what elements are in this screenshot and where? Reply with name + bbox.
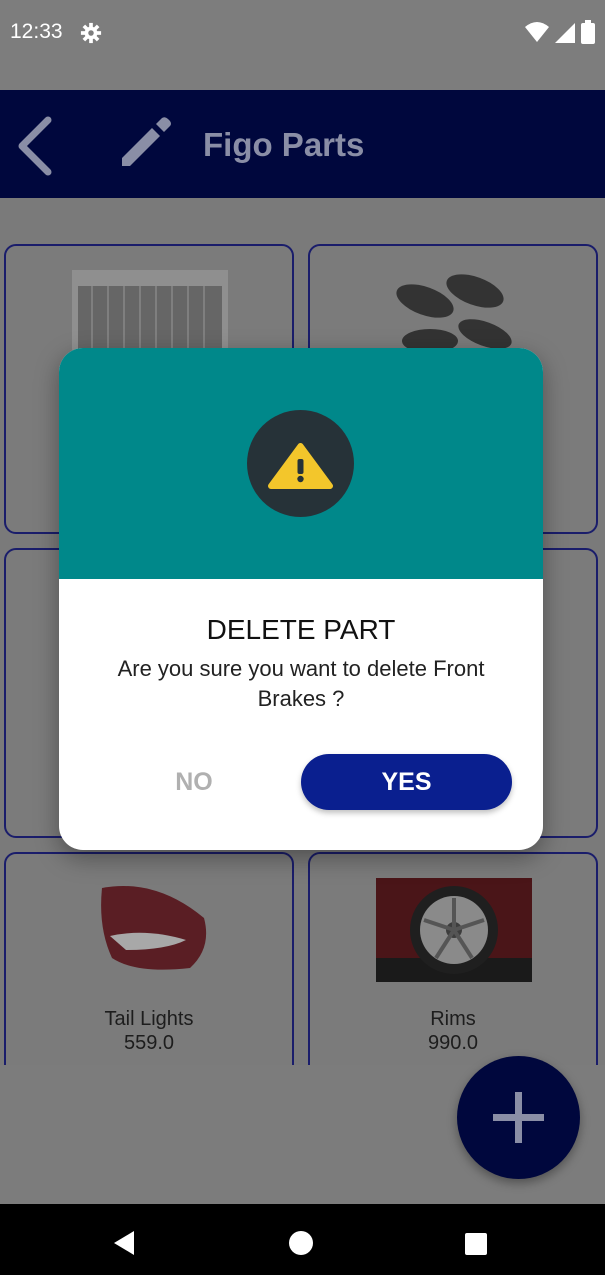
navigation-bar [0, 1204, 605, 1275]
part-price: 990.0 [427, 1032, 479, 1054]
status-bar: 12:33 [0, 0, 605, 90]
battery-icon [581, 20, 595, 44]
nav-back-icon[interactable] [112, 1229, 136, 1257]
gear-icon [80, 22, 102, 44]
part-name: Rims [430, 1008, 476, 1030]
warning-icon [268, 443, 333, 489]
part-name: Tail Lights [104, 1008, 194, 1030]
wifi-icon [525, 22, 549, 42]
radiator-image [72, 270, 228, 350]
brake-pads-image [396, 274, 512, 353]
plus-icon [493, 1092, 544, 1143]
app-bar: Figo Parts [0, 90, 605, 198]
part-price: 559.0 [123, 1032, 175, 1054]
yes-button[interactable]: YES [301, 754, 512, 810]
dialog-message: Are you sure you want to delete Front Br… [117, 656, 485, 711]
delete-part-dialog: DELETE PART Are you sure you want to del… [59, 348, 543, 850]
nav-recents-icon[interactable] [465, 1233, 487, 1255]
add-part-button[interactable] [457, 1056, 580, 1179]
status-time: 12:33 [10, 20, 63, 43]
dialog-title: DELETE PART [206, 614, 396, 645]
rim-image [376, 878, 532, 982]
signal-icon [555, 23, 575, 43]
tail-light-image [101, 886, 207, 970]
nav-home-icon[interactable] [289, 1231, 313, 1255]
page-title: Figo Parts [203, 126, 365, 163]
part-card[interactable]: Rims 990.0 [308, 852, 598, 1065]
pencil-icon[interactable] [116, 114, 174, 172]
dialog-header [59, 348, 543, 579]
part-card[interactable]: Tail Lights 559.0 [4, 852, 294, 1065]
back-arrow-icon[interactable] [14, 116, 54, 176]
no-button[interactable]: NO [159, 754, 229, 810]
warning-badge [247, 410, 354, 517]
